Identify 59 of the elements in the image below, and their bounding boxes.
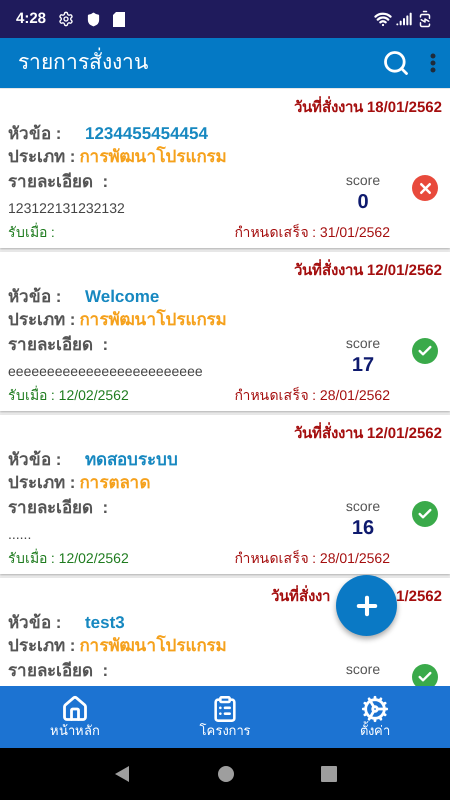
app-title: รายการสั่งงาน <box>18 47 382 79</box>
received-date: รับเมื่อ : 12/02/2562 <box>8 548 129 568</box>
job-type: การพัฒนาโปรแกรม <box>79 308 226 331</box>
type-label: ประเภท : <box>8 635 76 657</box>
score-value: 16 <box>352 516 374 541</box>
job-title: ทดสอบระบบ <box>85 449 178 471</box>
title-label: หัวข้อ : <box>8 123 62 145</box>
due-date: กำหนดเสร็จ : 31/01/2562 <box>234 222 390 242</box>
clock-time: 4:28 <box>16 8 46 29</box>
title-label: หัวข้อ : <box>8 449 62 471</box>
score-label: score <box>346 497 380 515</box>
detail-label: รายละเอียด : <box>8 171 110 193</box>
type-label: ประเภท : <box>8 309 76 331</box>
job-type: การตลาด <box>79 472 150 494</box>
score-label: score <box>346 334 380 352</box>
more-icon <box>430 53 436 73</box>
type-label: ประเภท : <box>8 146 76 168</box>
score-label: score <box>346 171 380 189</box>
received-date: รับเมื่อ : 12/02/2562 <box>8 385 129 405</box>
job-detail: 123122131232132 <box>8 199 126 218</box>
job-card[interactable]: วันที่สั่งงา 1/2562 หัวข้อ : test3 ประเภท : การพัฒนาโปรแกรม รายละเอียด : score <box>0 578 450 686</box>
more-menu-button[interactable] <box>430 53 436 73</box>
title-label: หัวข้อ : <box>8 286 62 308</box>
wifi-icon <box>374 10 392 28</box>
home-circle-icon[interactable] <box>217 765 235 783</box>
gear-icon <box>58 11 74 27</box>
due-date: กำหนดเสร็จ : 28/01/2562 <box>234 386 390 405</box>
job-title: 1234455454454 <box>85 123 208 145</box>
received-date: รับเมื่อ : <box>8 222 55 242</box>
detail-label: รายละเอียด : <box>8 497 110 519</box>
search-icon <box>382 49 410 77</box>
job-type: การพัฒนาโปรแกรม <box>79 145 226 168</box>
nav-tab[interactable]: ตั้งค่า <box>300 686 450 748</box>
job-detail: eeeeeeeeeeeeeeeeeeeeeeeee <box>8 362 204 381</box>
detail-label: รายละเอียด : <box>8 334 110 356</box>
nav-tab[interactable]: โครงการ <box>150 686 300 748</box>
job-type: การพัฒนาโปรแกรม <box>79 634 226 657</box>
home-icon <box>61 695 89 723</box>
title-label: หัวข้อ : <box>8 612 62 634</box>
nav-tab[interactable]: หน้าหลัก <box>0 686 150 748</box>
due-date: กำหนดเสร็จ : 28/01/2562 <box>234 548 390 568</box>
job-detail: ...... <box>8 525 32 544</box>
shield-icon <box>86 12 102 26</box>
detail-label: รายละเอียด : <box>8 660 110 682</box>
type-label: ประเภท : <box>8 472 76 494</box>
job-title: test3 <box>85 612 125 634</box>
score-value: 0 <box>357 190 369 215</box>
score-label: score <box>346 660 380 678</box>
order-date: 1/2562 <box>396 588 442 606</box>
job-title: Welcome <box>85 286 160 308</box>
job-card[interactable]: วันที่สั่งงาน 12/01/2562 หัวข้อ : Welcome ประเภท : การพัฒนาโปรแกรม รายละเอียด : eeeeeeeeeeeeeeeeeeeeeeeee score 17 รับเมื่อ : 12/02/2562 กำหนดเสร็จ : 28/01/2562 <box>0 252 450 411</box>
back-icon[interactable] <box>113 765 131 783</box>
sd-card-icon <box>113 12 126 26</box>
job-card[interactable]: วันที่สั่งงาน 12/01/2562 หัวข้อ : ทดสอบระบบ ประเภท : การตลาด รายละเอียด : ...... score 16 รับเมื่อ : 12/02/2562 กำหนดเสร็จ : 28/01/2562 <box>0 415 450 574</box>
signal-icon <box>396 11 412 27</box>
score-value: 17 <box>352 353 374 378</box>
search-button[interactable] <box>382 49 410 77</box>
job-card[interactable]: วันที่สั่งงาน 18/01/2562 หัวข้อ : 1234455454454 ประเภท : การพัฒนาโปรแกรม รายละเอียด : 123122131232132 score 0 รับเมื่อ : กำหนดเสร็จ : 31/01/2562 <box>0 89 450 248</box>
settings-icon <box>361 695 389 723</box>
